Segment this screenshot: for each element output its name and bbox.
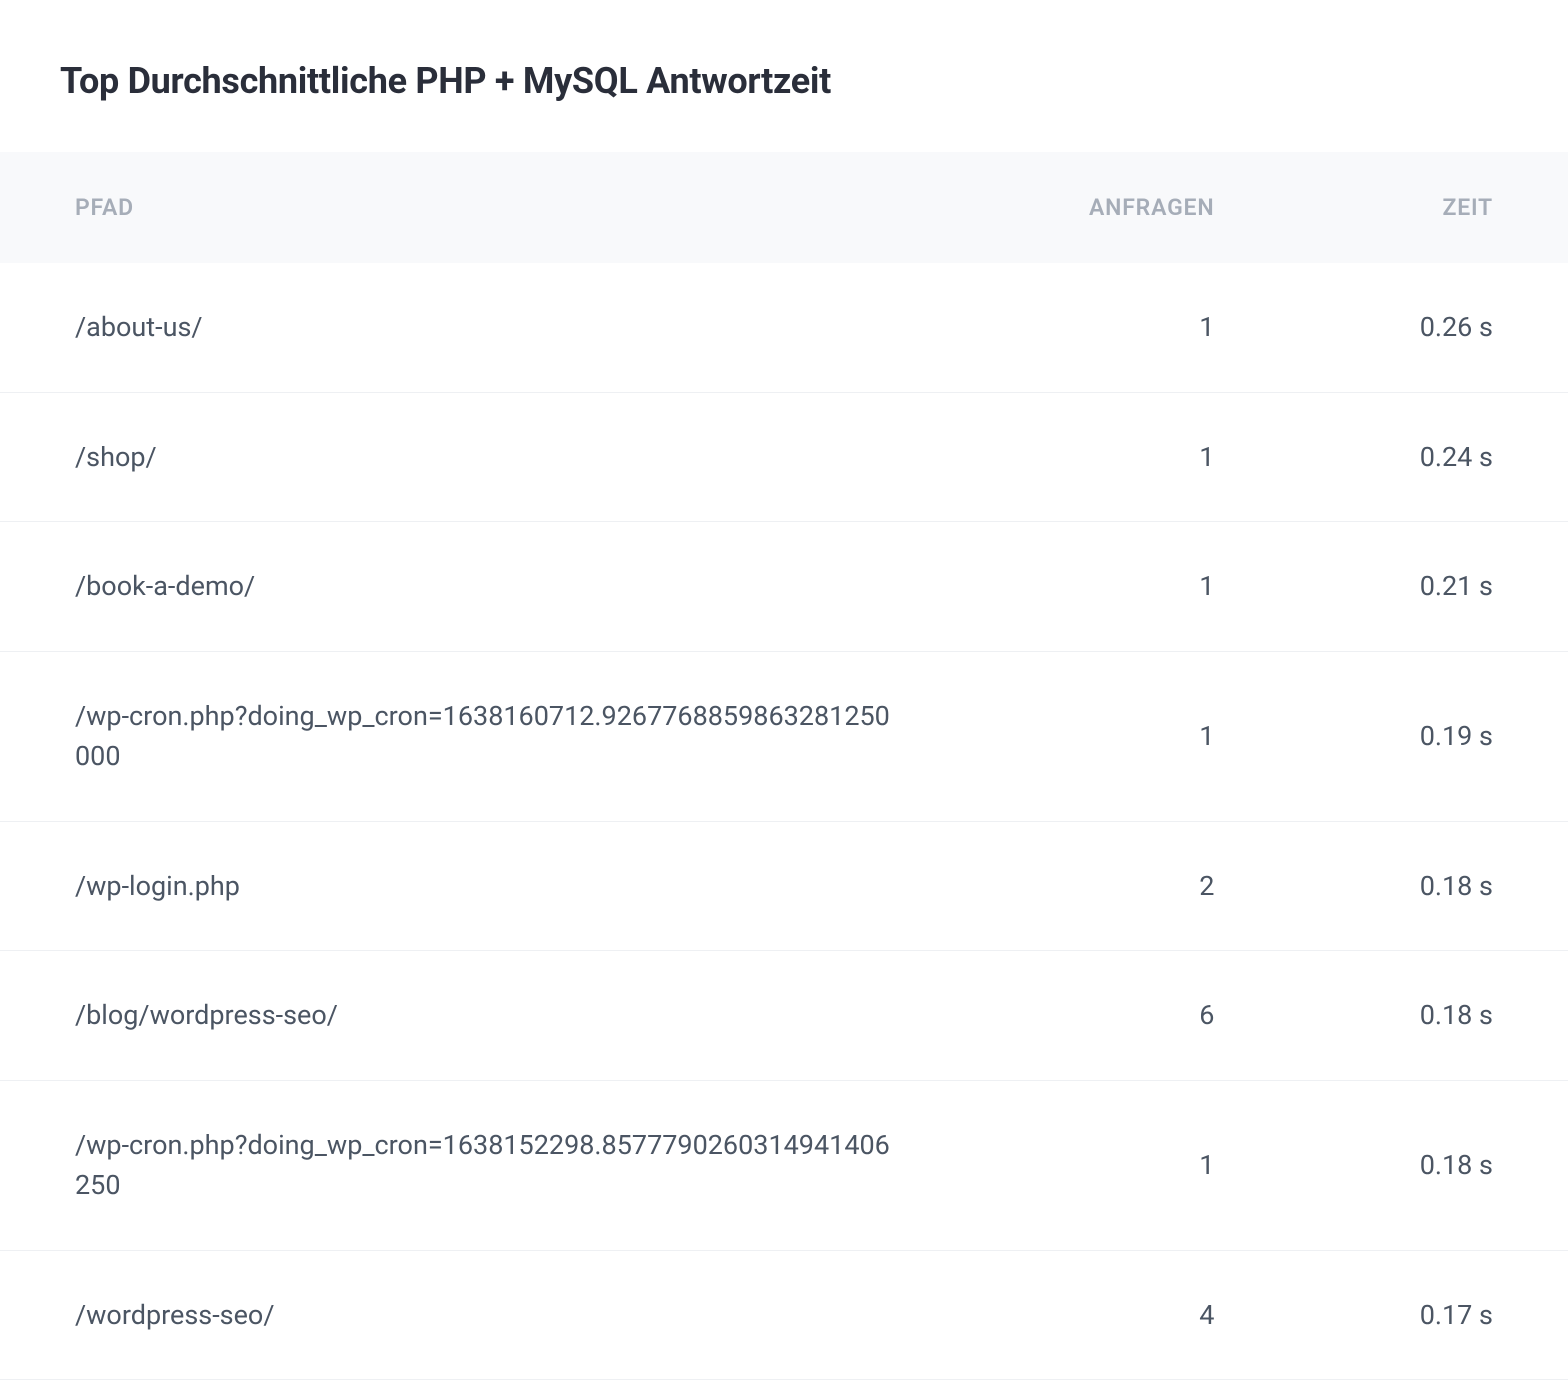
page-title: Top Durchschnittliche PHP + MySQL Antwor… [0, 0, 1568, 152]
cell-requests: 2 [941, 821, 1255, 951]
cell-path: /wp-cron.php?doing_wp_cron=1638152298.85… [0, 1080, 941, 1250]
cell-requests: 4 [941, 1250, 1255, 1380]
cell-path: /about-us/ [0, 263, 941, 392]
cell-requests: 6 [941, 951, 1255, 1081]
cell-requests: 1 [941, 1080, 1255, 1250]
table-row[interactable]: /about-us/ 1 0.26 s [0, 263, 1568, 392]
table-body: /about-us/ 1 0.26 s /shop/ 1 0.24 s /boo… [0, 263, 1568, 1380]
cell-path: /blog/wordpress-seo/ [0, 951, 941, 1081]
cell-time: 0.17 s [1254, 1250, 1568, 1380]
cell-path: /wp-cron.php?doing_wp_cron=1638160712.92… [0, 651, 941, 821]
cell-time: 0.19 s [1254, 651, 1568, 821]
cell-requests: 1 [941, 522, 1255, 652]
cell-path: /shop/ [0, 392, 941, 522]
cell-requests: 1 [941, 263, 1255, 392]
column-header-time[interactable]: ZEIT [1254, 152, 1568, 263]
cell-time: 0.21 s [1254, 522, 1568, 652]
table-row[interactable]: /wordpress-seo/ 4 0.17 s [0, 1250, 1568, 1380]
column-header-path[interactable]: PFAD [0, 152, 941, 263]
cell-path: /book-a-demo/ [0, 522, 941, 652]
cell-time: 0.18 s [1254, 821, 1568, 951]
cell-time: 0.18 s [1254, 1080, 1568, 1250]
table-row[interactable]: /wp-cron.php?doing_wp_cron=1638160712.92… [0, 651, 1568, 821]
table-row[interactable]: /book-a-demo/ 1 0.21 s [0, 522, 1568, 652]
cell-requests: 1 [941, 651, 1255, 821]
table-row[interactable]: /wp-cron.php?doing_wp_cron=1638152298.85… [0, 1080, 1568, 1250]
cell-time: 0.18 s [1254, 951, 1568, 1081]
cell-path: /wordpress-seo/ [0, 1250, 941, 1380]
cell-requests: 1 [941, 392, 1255, 522]
report-panel: Top Durchschnittliche PHP + MySQL Antwor… [0, 0, 1568, 1380]
table-header-row: PFAD ANFRAGEN ZEIT [0, 152, 1568, 263]
column-header-requests[interactable]: ANFRAGEN [941, 152, 1255, 263]
cell-time: 0.24 s [1254, 392, 1568, 522]
cell-time: 0.26 s [1254, 263, 1568, 392]
response-time-table: PFAD ANFRAGEN ZEIT /about-us/ 1 0.26 s /… [0, 152, 1568, 1380]
table-row[interactable]: /shop/ 1 0.24 s [0, 392, 1568, 522]
cell-path: /wp-login.php [0, 821, 941, 951]
table-row[interactable]: /wp-login.php 2 0.18 s [0, 821, 1568, 951]
table-row[interactable]: /blog/wordpress-seo/ 6 0.18 s [0, 951, 1568, 1081]
